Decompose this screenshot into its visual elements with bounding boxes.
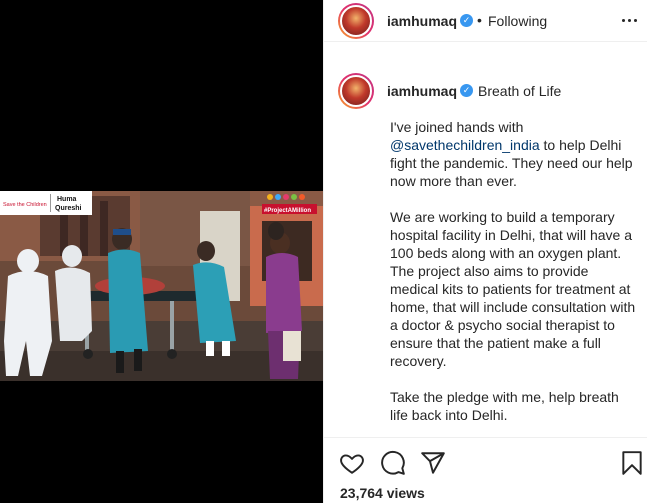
hospital-scene-image: Save the Children Huma Qureshi #ProjectA…	[0, 191, 323, 381]
hashtag-text: #ProjectAMillion	[264, 208, 311, 214]
paper-plane-icon[interactable]	[420, 450, 446, 476]
caption-username[interactable]: iamhumaq	[387, 83, 457, 99]
caption-paragraph-1: I've joined hands with @savethechildren_…	[390, 119, 633, 189]
post-header: iamhumaq ✓ • Following	[324, 0, 647, 42]
heart-icon[interactable]	[339, 450, 365, 476]
verified-badge-icon: ✓	[460, 84, 473, 97]
save-the-children-logo-text: Save the Children	[3, 202, 47, 208]
huma-logo-line2: Qureshi	[55, 205, 82, 212]
header-username[interactable]: iamhumaq	[387, 13, 457, 29]
following-button[interactable]: Following	[488, 13, 547, 29]
header-avatar[interactable]	[338, 3, 374, 39]
verified-badge-icon: ✓	[460, 14, 473, 27]
post-media[interactable]: Save the Children Huma Qureshi #ProjectA…	[0, 0, 323, 503]
bookmark-icon[interactable]	[619, 450, 645, 476]
post-photo[interactable]: Save the Children Huma Qureshi #ProjectA…	[0, 191, 323, 381]
caption-paragraph-2: We are working to build a temporary hosp…	[390, 209, 636, 369]
comment-icon[interactable]	[380, 450, 406, 476]
huma-logo-line1: Huma	[57, 196, 77, 203]
caption-title: Breath of Life	[478, 83, 562, 99]
caption-text: I've joined hands with @savethechildren_…	[390, 118, 640, 442]
caption-paragraph-3: Take the pledge with me, help breath lif…	[390, 389, 619, 423]
action-bar: 23,764 views	[324, 437, 647, 503]
more-options-icon[interactable]	[622, 14, 638, 28]
header-separator: •	[477, 12, 482, 28]
view-count[interactable]: 23,764 views	[340, 485, 425, 501]
mention-link[interactable]: @savethechildren_india	[390, 137, 540, 153]
post-side-panel: iamhumaq ✓ • Following iamhumaq ✓ Breath…	[323, 0, 647, 503]
caption-avatar[interactable]	[338, 73, 374, 109]
